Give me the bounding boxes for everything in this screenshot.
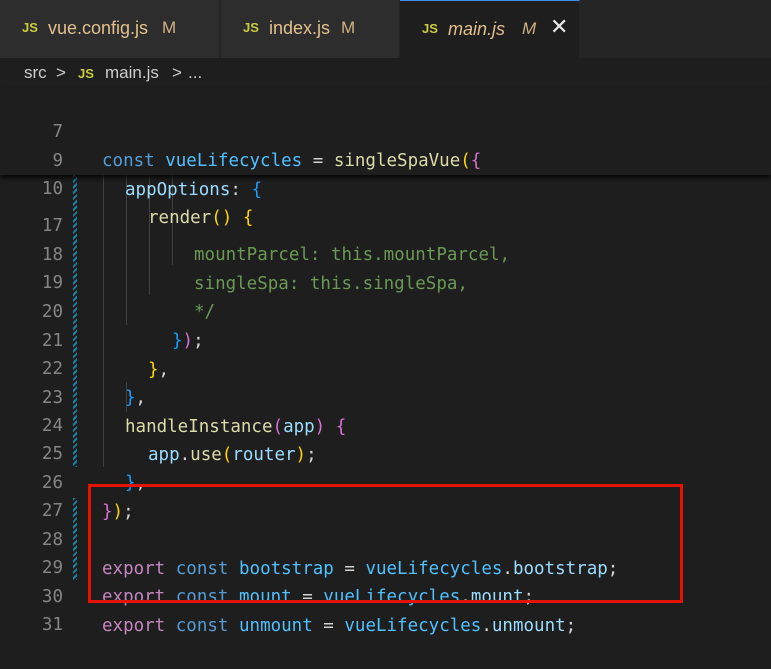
js-file-icon: JS bbox=[78, 66, 94, 81]
code-line[interactable]: 24 app.use(router); bbox=[0, 383, 771, 465]
js-file-icon: JS bbox=[243, 20, 259, 35]
tab-label: vue.config.js bbox=[48, 18, 149, 38]
code-line[interactable]: 19 */ bbox=[0, 240, 771, 322]
code-line[interactable]: 26 }); bbox=[0, 440, 771, 522]
modified-indicator: M bbox=[341, 18, 356, 37]
breadcrumb: src > JS main.js > ... bbox=[0, 58, 771, 88]
breadcrumb-folder[interactable]: src bbox=[24, 63, 47, 83]
code-line[interactable]: 18 singleSpa: this.singleSpa, bbox=[0, 212, 771, 294]
tab-index[interactable]: JS index.js M bbox=[221, 0, 400, 58]
tab-vue-config[interactable]: JS vue.config.js M bbox=[0, 0, 220, 58]
tab-bar: JS vue.config.js M JS index.js M JS main… bbox=[0, 0, 771, 58]
line-number: 31 bbox=[41, 615, 63, 635]
line-number: 10 bbox=[41, 179, 63, 199]
code-text: render() { bbox=[148, 208, 254, 228]
code-line[interactable]: 9 appOptions: { bbox=[0, 118, 771, 200]
code-line[interactable]: 17 mountParcel: this.mountParcel, bbox=[0, 183, 771, 265]
tab-label: main.js bbox=[448, 19, 506, 39]
code-text: appOptions: { bbox=[125, 180, 262, 200]
js-file-icon: JS bbox=[22, 20, 38, 35]
close-icon[interactable]: ✕ bbox=[550, 15, 568, 40]
tab-main[interactable]: JS main.js M ✕ bbox=[400, 0, 580, 58]
js-file-icon: JS bbox=[422, 21, 438, 36]
highlight-box bbox=[88, 484, 683, 603]
modified-indicator: M bbox=[522, 19, 537, 38]
code-line[interactable]: 7 const vueLifecycles = singleSpaVue({ bbox=[0, 89, 771, 171]
code-line[interactable]: 21 }, bbox=[0, 298, 771, 380]
code-line[interactable]: 25 }, bbox=[0, 411, 771, 493]
code-text: export const unmount = vueLifecycles.unm… bbox=[102, 616, 577, 636]
tab-label: index.js bbox=[269, 18, 331, 38]
breadcrumb-symbol[interactable]: ... bbox=[188, 63, 202, 83]
modified-indicator: M bbox=[162, 18, 177, 37]
breadcrumb-file[interactable]: main.js bbox=[105, 63, 159, 83]
sticky-scroll[interactable]: 7 const vueLifecycles = singleSpaVue({ 9… bbox=[0, 88, 771, 228]
chevron-right-icon: > bbox=[172, 63, 182, 82]
code-line[interactable]: 20 }); bbox=[0, 269, 771, 351]
code-line[interactable]: 22 }, bbox=[0, 326, 771, 408]
code-line[interactable]: 23 handleInstance(app) { bbox=[0, 355, 771, 437]
chevron-right-icon: > bbox=[56, 63, 66, 82]
code-line[interactable]: 10 render() { bbox=[0, 146, 771, 228]
